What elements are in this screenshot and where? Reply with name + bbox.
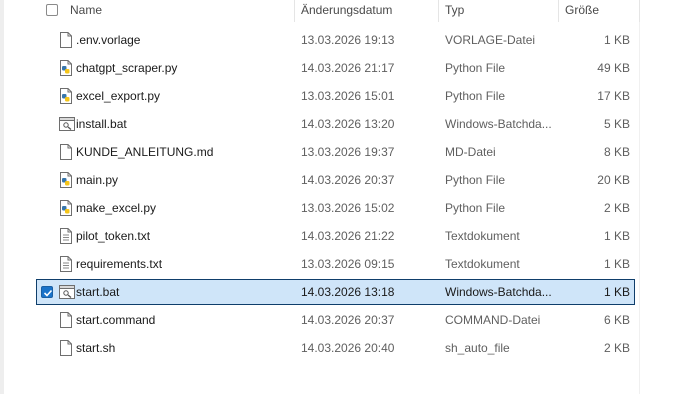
generic-file-icon bbox=[59, 32, 73, 48]
generic-file-icon bbox=[59, 340, 73, 356]
file-size: 5 KB bbox=[603, 117, 630, 131]
file-row[interactable]: KUNDE_ANLEITUNG.md 13.03.2026 19:37 MD-Dat… bbox=[36, 139, 635, 165]
row-checkbox[interactable] bbox=[41, 342, 53, 354]
file-type: sh_auto_file bbox=[445, 341, 510, 355]
file-name: start.sh bbox=[76, 341, 116, 355]
file-row[interactable]: start.command 14.03.2026 20:37 COMMAND-Dat… bbox=[36, 307, 635, 333]
file-type: Python File bbox=[445, 61, 506, 75]
file-name: main.py bbox=[76, 173, 119, 187]
file-name: start.bat bbox=[76, 285, 120, 299]
file-type: Python File bbox=[445, 89, 506, 103]
column-header-name[interactable]: Name bbox=[70, 0, 102, 22]
file-size: 1 KB bbox=[603, 229, 630, 243]
file-row[interactable]: pilot_token.txt 14.03.2026 21:22 Textdokum… bbox=[36, 223, 635, 249]
file-type: Python File bbox=[445, 201, 506, 215]
file-name: start.command bbox=[76, 313, 156, 327]
file-name: .env.vorlage bbox=[76, 33, 141, 47]
row-checkbox[interactable] bbox=[41, 202, 53, 214]
file-size: 1 KB bbox=[603, 257, 630, 271]
file-type: Windows-Batchda... bbox=[445, 117, 552, 131]
file-row[interactable]: chatgpt_scraper.py 14.03.2026 21:17 Python… bbox=[36, 55, 635, 81]
file-date: 13.03.2026 09:15 bbox=[301, 257, 395, 271]
batch-file-icon bbox=[59, 284, 75, 300]
file-size: 8 KB bbox=[603, 145, 630, 159]
file-size: 1 KB bbox=[603, 285, 630, 299]
python-file-icon bbox=[59, 200, 73, 216]
row-checkbox[interactable] bbox=[41, 146, 53, 158]
row-checkbox[interactable] bbox=[41, 90, 53, 102]
select-all-checkbox[interactable] bbox=[46, 4, 58, 16]
row-checkbox[interactable] bbox=[41, 314, 53, 326]
file-name: chatgpt_scraper.py bbox=[76, 61, 178, 75]
file-name: excel_export.py bbox=[76, 89, 161, 103]
file-date: 14.03.2026 21:22 bbox=[301, 229, 395, 243]
row-checkbox[interactable] bbox=[41, 230, 53, 242]
file-size: 20 KB bbox=[597, 173, 630, 187]
file-size: 2 KB bbox=[603, 201, 630, 215]
row-checkbox[interactable] bbox=[41, 62, 53, 74]
file-date: 14.03.2026 20:37 bbox=[301, 173, 395, 187]
generic-file-icon bbox=[59, 312, 73, 328]
file-type: Textdokument bbox=[445, 257, 520, 271]
file-size: 17 KB bbox=[597, 89, 630, 103]
file-size: 6 KB bbox=[603, 313, 630, 327]
file-date: 14.03.2026 20:37 bbox=[301, 313, 395, 327]
text-file-icon bbox=[59, 256, 73, 272]
text-file-icon bbox=[59, 228, 73, 244]
file-row[interactable]: excel_export.py 13.03.2026 15:01 Python Fi… bbox=[36, 83, 635, 109]
column-header-bar: Name Änderungsdatum Typ Größe bbox=[0, 0, 640, 22]
file-type: Python File bbox=[445, 173, 506, 187]
file-type: Windows-Batchda... bbox=[445, 285, 552, 299]
file-name: requirements.txt bbox=[76, 257, 163, 271]
file-date: 14.03.2026 21:17 bbox=[301, 61, 395, 75]
column-header-date[interactable]: Änderungsdatum bbox=[301, 0, 392, 22]
row-checkbox[interactable] bbox=[41, 118, 53, 130]
file-name: install.bat bbox=[76, 117, 127, 131]
pane-divider bbox=[639, 0, 640, 394]
file-type: VORLAGE-Datei bbox=[445, 33, 536, 47]
column-divider[interactable] bbox=[639, 0, 640, 22]
file-date: 13.03.2026 15:02 bbox=[301, 201, 395, 215]
column-divider[interactable] bbox=[438, 0, 439, 22]
row-checkbox[interactable] bbox=[41, 174, 53, 186]
column-header-size[interactable]: Größe bbox=[565, 0, 599, 22]
generic-file-icon bbox=[59, 144, 73, 160]
python-file-icon bbox=[59, 60, 73, 76]
navigation-pane-edge bbox=[0, 0, 36, 394]
file-date: 14.03.2026 20:40 bbox=[301, 341, 395, 355]
file-row[interactable]: start.bat 14.03.2026 13:18 Windows-Batchda… bbox=[36, 279, 635, 305]
column-divider[interactable] bbox=[558, 0, 559, 22]
file-row[interactable]: install.bat 14.03.2026 13:20 Windows-Batch… bbox=[36, 111, 635, 137]
file-row[interactable]: main.py 14.03.2026 20:37 Python File 20 KB bbox=[36, 167, 635, 193]
file-date: 14.03.2026 13:18 bbox=[301, 285, 395, 299]
batch-file-icon bbox=[59, 116, 75, 132]
file-date: 13.03.2026 19:37 bbox=[301, 145, 395, 159]
python-file-icon bbox=[59, 88, 73, 104]
file-row[interactable]: make_excel.py 13.03.2026 15:02 Python File… bbox=[36, 195, 635, 221]
row-checkbox[interactable] bbox=[41, 34, 53, 46]
file-date: 14.03.2026 13:20 bbox=[301, 117, 395, 131]
file-row[interactable]: .env.vorlage 13.03.2026 19:13 VORLAGE-Date… bbox=[36, 27, 635, 53]
file-row[interactable]: requirements.txt 13.03.2026 09:15 Textdoku… bbox=[36, 251, 635, 277]
row-checkbox[interactable] bbox=[41, 258, 53, 270]
file-size: 2 KB bbox=[603, 341, 630, 355]
column-divider[interactable] bbox=[294, 0, 295, 22]
file-name: KUNDE_ANLEITUNG.md bbox=[76, 145, 214, 159]
file-type: COMMAND-Datei bbox=[445, 313, 541, 327]
row-checkbox[interactable] bbox=[41, 286, 53, 298]
file-type: MD-Datei bbox=[445, 145, 496, 159]
python-file-icon bbox=[59, 172, 73, 188]
file-size: 49 KB bbox=[597, 61, 630, 75]
file-date: 13.03.2026 19:13 bbox=[301, 33, 395, 47]
file-date: 13.03.2026 15:01 bbox=[301, 89, 395, 103]
file-name: pilot_token.txt bbox=[76, 229, 151, 243]
file-row[interactable]: start.sh 14.03.2026 20:40 sh_auto_file 2 KB bbox=[36, 335, 635, 361]
file-name: make_excel.py bbox=[76, 201, 157, 215]
column-header-type[interactable]: Typ bbox=[445, 0, 464, 22]
file-type: Textdokument bbox=[445, 229, 520, 243]
file-size: 1 KB bbox=[603, 33, 630, 47]
